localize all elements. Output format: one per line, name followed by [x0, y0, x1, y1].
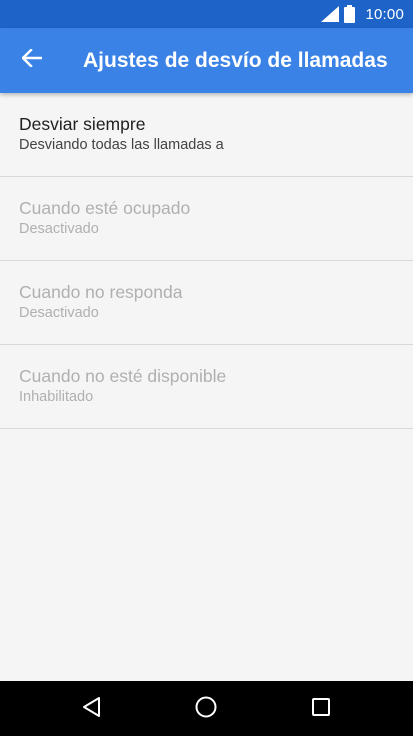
page-title: Ajustes de desvío de llamadas — [83, 49, 388, 72]
battery-icon — [344, 5, 356, 23]
navigation-bar — [0, 681, 413, 736]
setting-when-unreachable: Cuando no esté disponible Inhabilitado — [0, 345, 413, 429]
settings-list: Desviar siempre Desviando todas las llam… — [0, 93, 413, 429]
back-arrow-icon — [21, 48, 43, 71]
setting-when-unanswered: Cuando no responda Desactivado — [0, 261, 413, 345]
nav-recents-button[interactable] — [291, 681, 351, 736]
status-icons: 10:00 — [321, 0, 404, 28]
nav-home-button[interactable] — [176, 681, 236, 736]
setting-always-forward[interactable]: Desviar siempre Desviando todas las llam… — [0, 93, 413, 177]
recents-square-icon — [311, 697, 331, 721]
status-bar: 10:00 — [0, 0, 413, 28]
status-time: 10:00 — [365, 5, 404, 23]
setting-title: Cuando esté ocupado — [19, 198, 191, 218]
signal-icon — [321, 6, 340, 22]
home-circle-icon — [194, 695, 218, 723]
app-bar: Ajustes de desvío de llamadas — [0, 28, 413, 93]
setting-summary: Inhabilitado — [19, 389, 94, 405]
setting-title: Desviar siempre — [19, 114, 146, 134]
setting-summary: Desviando todas las llamadas a — [19, 137, 224, 153]
setting-summary: Desactivado — [19, 305, 99, 321]
setting-summary: Desactivado — [19, 221, 99, 237]
nav-back-button[interactable] — [62, 681, 122, 736]
setting-when-busy: Cuando esté ocupado Desactivado — [0, 177, 413, 261]
back-button[interactable] — [12, 40, 52, 80]
setting-title: Cuando no esté disponible — [19, 366, 227, 386]
setting-title: Cuando no responda — [19, 282, 183, 302]
back-triangle-icon — [82, 696, 102, 722]
